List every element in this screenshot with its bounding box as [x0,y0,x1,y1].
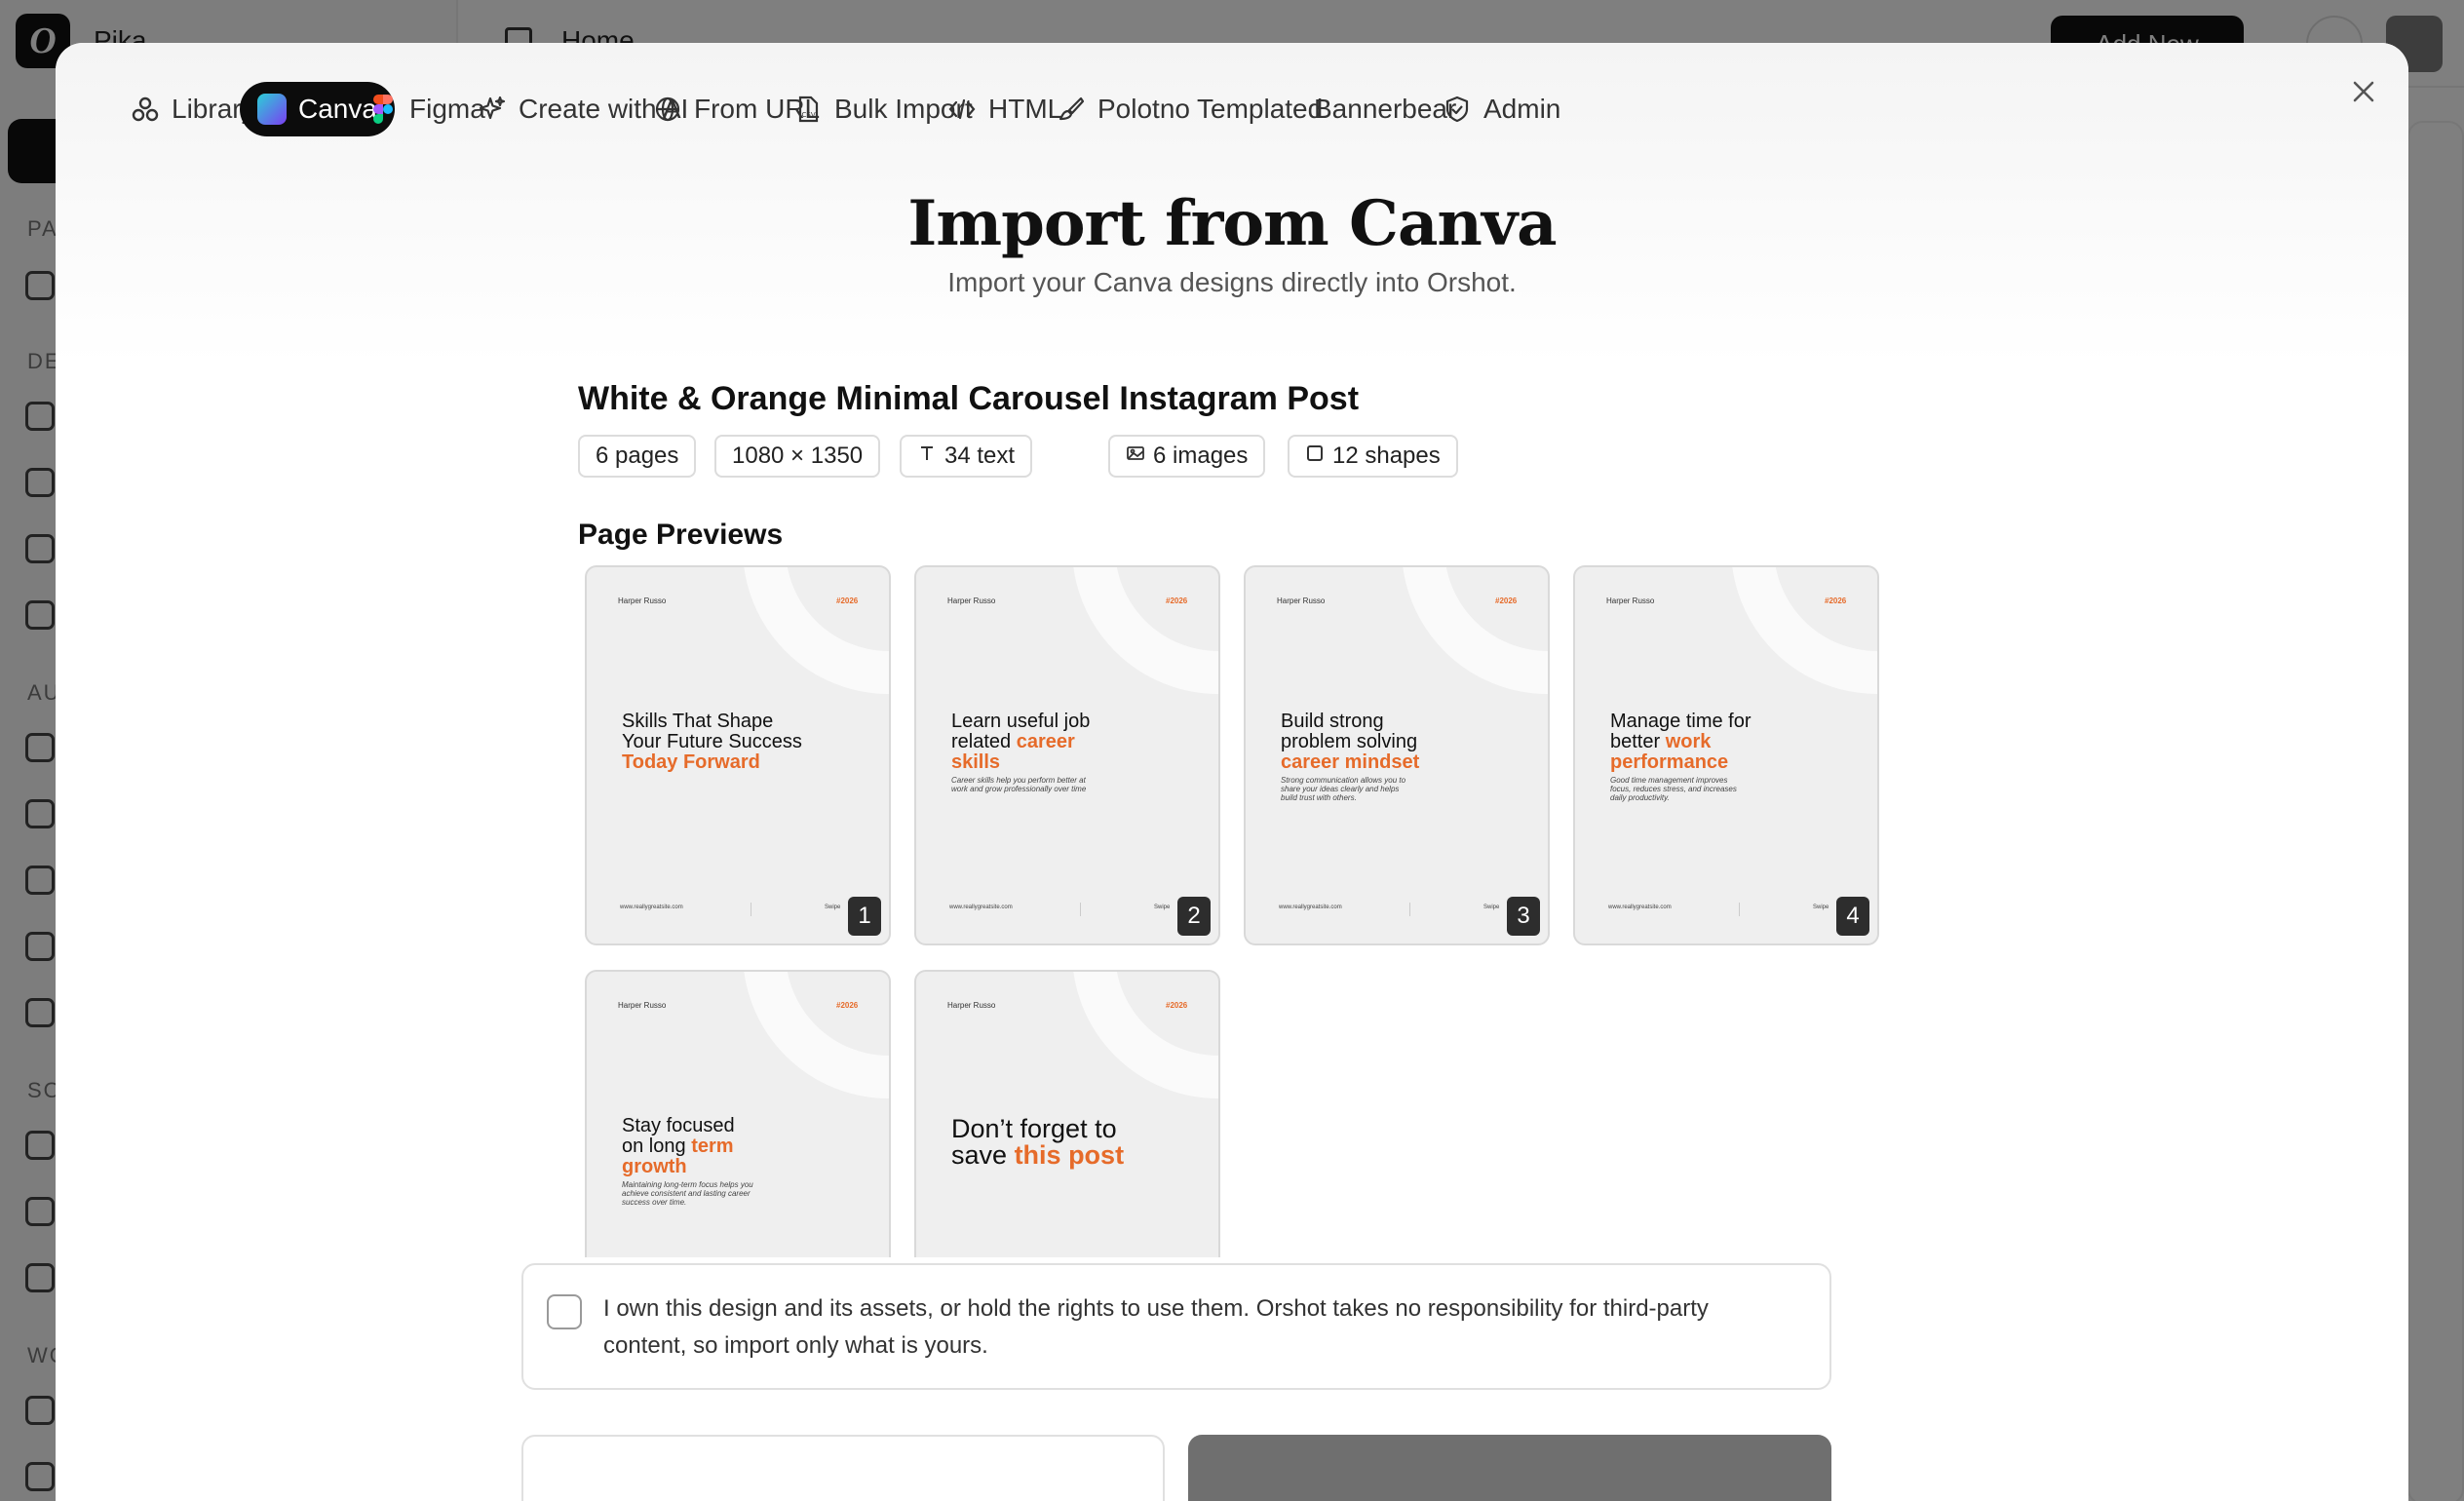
text-icon [917,443,937,470]
preview-swipe: Swipe [1483,904,1500,910]
page-preview-card[interactable]: Harper Russo #2026 Manage time for bette… [1573,565,1879,945]
close-button[interactable] [2344,72,2383,111]
preview-url: www.reallygreatsite.com [1608,904,1672,910]
shape-count-badge: 12 shapes [1288,435,1458,478]
preview-author: Harper Russo [1606,597,1655,605]
preview-heading: Stay focused on long term growth [622,1115,735,1177]
text-count-badge: 34 text [900,435,1033,478]
page-number-badge: 4 [1836,897,1869,936]
preview-url: www.reallygreatsite.com [949,904,1013,910]
preview-heading: Build strong problem solving career mind… [1281,711,1420,773]
canva-icon [257,94,287,125]
brush-icon [1057,95,1086,124]
code-icon [947,95,977,124]
preview-swipe: Swipe [1154,904,1171,910]
preview-tag: #2026 [1495,597,1518,605]
page-number-badge: 2 [1177,897,1211,936]
page-preview-card[interactable]: Harper Russo #2026 Learn useful job rela… [914,565,1220,945]
preview-author: Harper Russo [618,1001,667,1010]
preview-tag: #2026 [1825,597,1847,605]
sparkles-icon [478,95,507,124]
preview-heading: Manage time for better work performance [1610,711,1752,773]
page-number-badge: 3 [1507,897,1540,936]
badge-label: 6 images [1153,443,1249,469]
page-previews-label: Page Previews [578,519,784,551]
rights-consent: I own this design and its assets, or hol… [521,1263,1831,1390]
page-preview-card[interactable]: Harper Russo #2026 Stay focused on long … [585,970,891,1257]
globe-icon [653,95,682,124]
svg-text:CSV: CSV [802,111,816,119]
badge-label: 12 shapes [1332,443,1441,469]
tab-label: Polotno [1097,94,1190,124]
preview-body: Maintaining long-term focus helps you ac… [622,1180,753,1207]
preview-tag: #2026 [1166,597,1188,605]
dimensions-badge: 1080 × 1350 [714,435,881,478]
design-title: White & Orange Minimal Carousel Instagra… [578,380,1360,417]
library-icon [131,95,160,124]
preview-heading: Learn useful job related career skills [951,711,1091,773]
tab-admin[interactable]: Admin [1425,82,1578,136]
figma-icon [368,95,398,124]
preview-url: www.reallygreatsite.com [620,904,683,910]
page-preview-card[interactable]: Harper Russo #2026 Skills That Shape You… [585,565,891,945]
preview-author: Harper Russo [947,1001,996,1010]
consent-text: I own this design and its assets, or hol… [603,1295,1709,1359]
page-number-badge: 1 [848,897,881,936]
preview-body: Career skills help you perform better at… [951,776,1087,793]
modal-subtitle: Import your Canva designs directly into … [947,267,1517,297]
page-preview-card[interactable]: Harper Russo #2026 Don’t forget to save … [914,970,1220,1257]
preview-tag: #2026 [836,1001,859,1010]
image-icon [1126,443,1145,470]
pages-badge: 6 pages [578,435,697,478]
preview-url: www.reallygreatsite.com [1279,904,1342,910]
secondary-action-button[interactable] [521,1435,1165,1501]
import-button[interactable] [1188,1435,1831,1501]
badge-label: 1080 × 1350 [732,443,864,469]
preview-swipe: Swipe [825,904,841,910]
preview-tag: #2026 [836,597,859,605]
page-preview-card[interactable]: Harper Russo #2026 Build strong problem … [1244,565,1550,945]
preview-author: Harper Russo [618,597,667,605]
preview-body: Good time management improves focus, red… [1610,776,1737,802]
image-count-badge: 6 images [1108,435,1266,478]
preview-body: Strong communication allows you to share… [1281,776,1406,802]
modal-title: Import from Canva [907,187,1557,260]
close-icon [2353,81,2374,102]
preview-tag: #2026 [1166,1001,1188,1010]
tab-label: Admin [1483,94,1561,124]
badge-label: 34 text [944,443,1016,469]
rights-checkbox[interactable] [547,1294,582,1329]
preview-heading: Skills That Shape Your Future Success To… [622,711,802,773]
page-previews-grid: Harper Russo #2026 Skills That Shape You… [585,565,1949,1257]
preview-swipe: Swipe [1813,904,1829,910]
csv-file-icon: CSV [793,95,823,124]
preview-heading: Don’t forget to save this post [951,1114,1125,1170]
shield-check-icon [1443,95,1472,124]
badge-label: 6 pages [596,443,679,469]
square-icon [1305,443,1325,470]
preview-author: Harper Russo [1277,597,1326,605]
preview-author: Harper Russo [947,597,996,605]
